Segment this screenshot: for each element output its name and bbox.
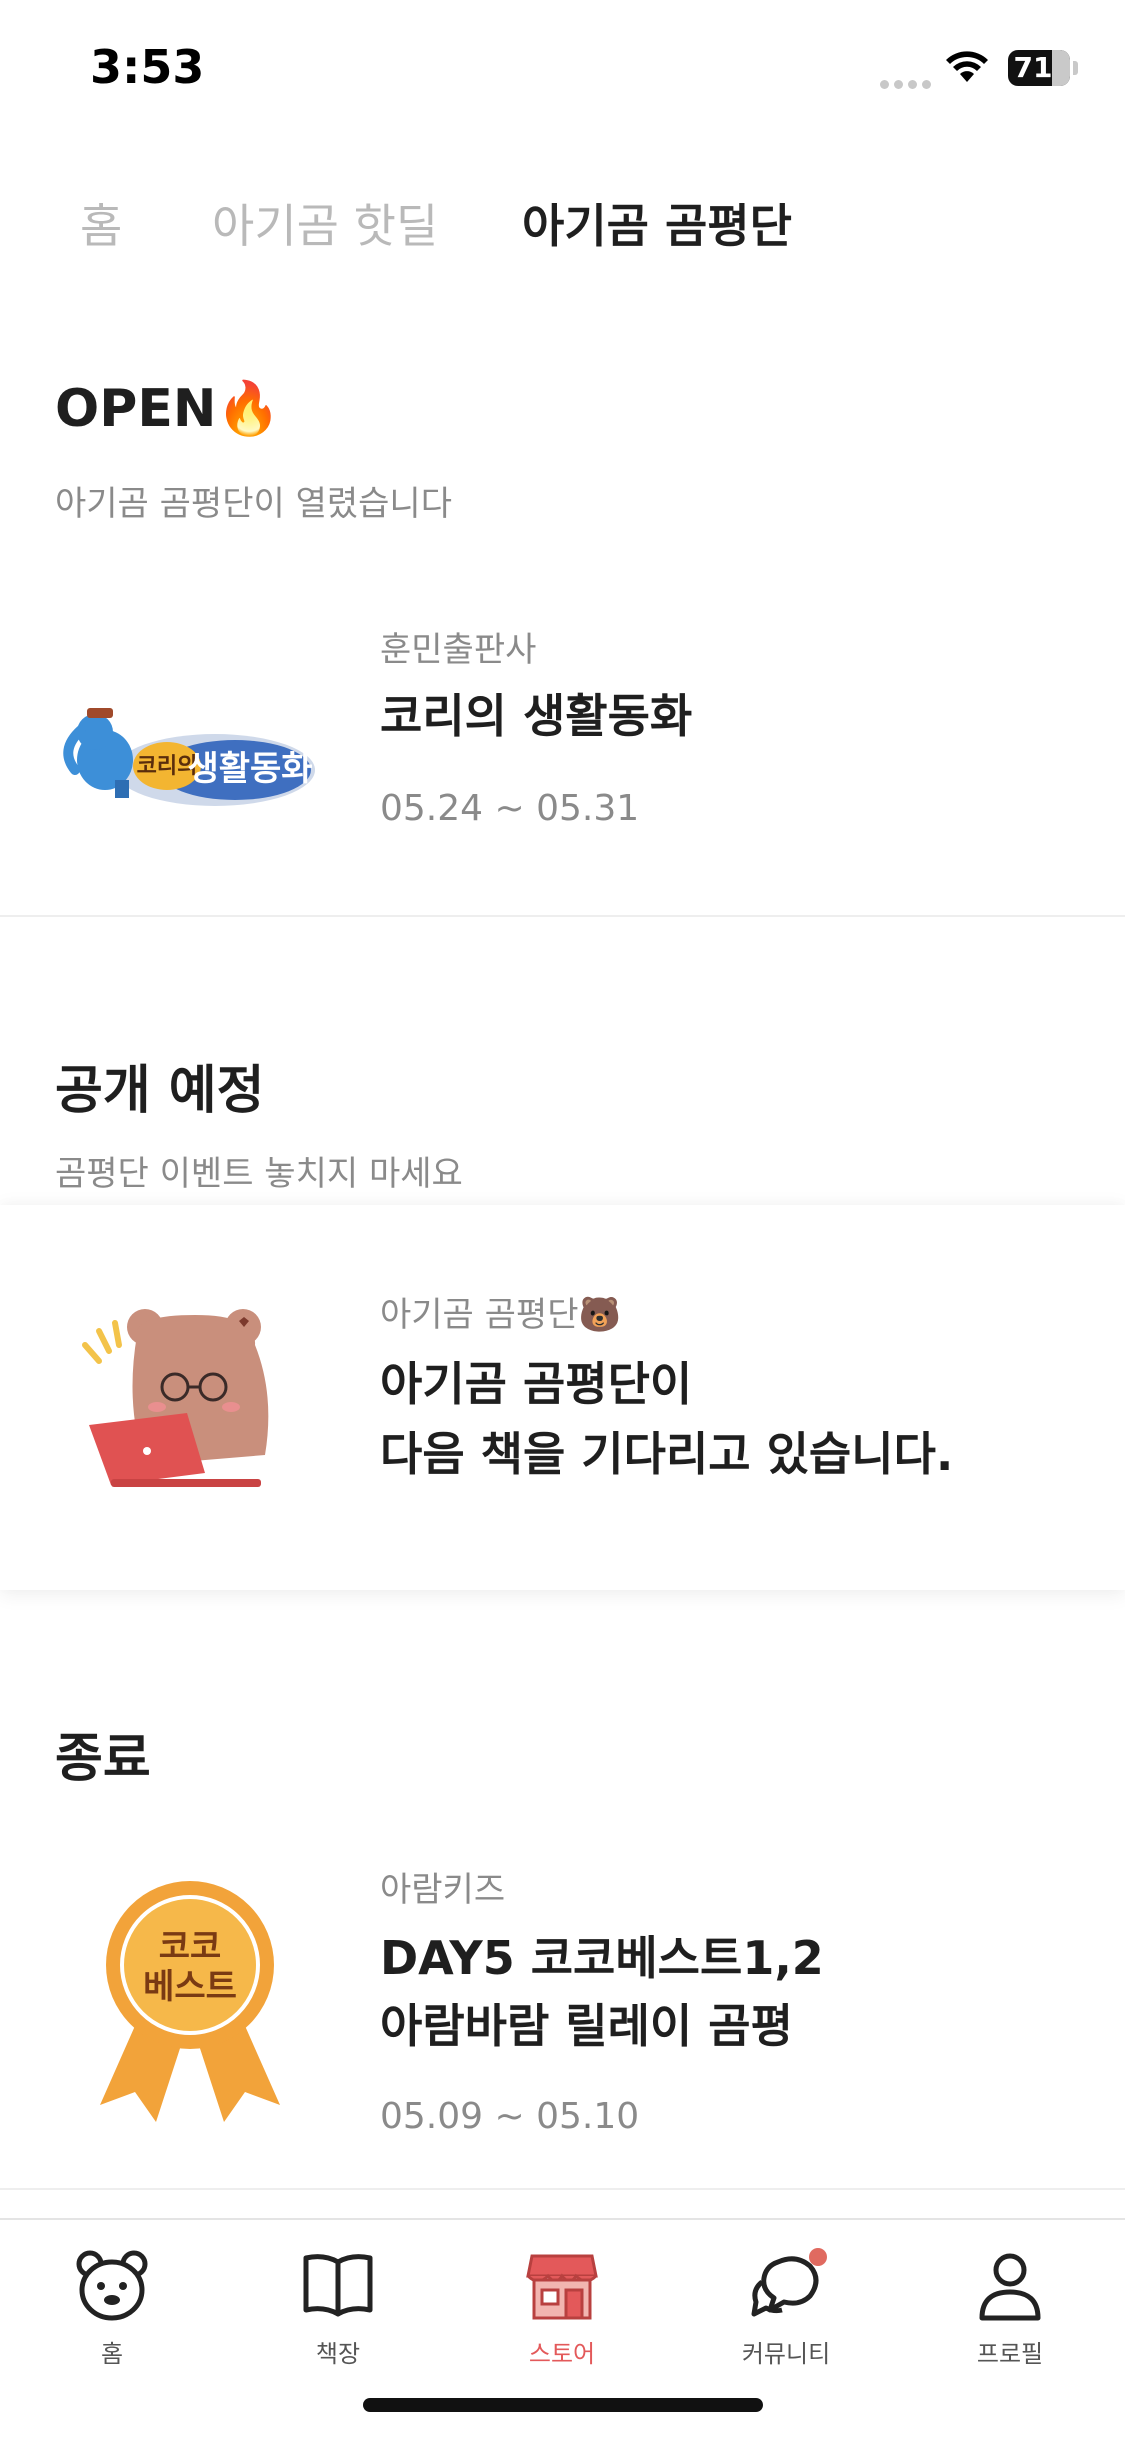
elephant-mascot-icon — [63, 708, 133, 798]
nav-store[interactable]: 스토어 — [492, 2248, 632, 2369]
upcoming-message: 아기곰 곰평단이 다음 책을 기다리고 있습니다. — [380, 1357, 954, 1481]
wifi-icon — [946, 51, 988, 82]
cellular-signal-icon — [880, 74, 936, 89]
nav-bookshelf[interactable]: 책장 — [268, 2248, 408, 2369]
status-bar: 3:53 71 — [0, 0, 1125, 140]
nav-community[interactable]: 커뮤니티 — [716, 2248, 856, 2369]
store-icon — [526, 2254, 598, 2320]
book-thumbnail: 코리의 생활동화 — [63, 708, 315, 806]
open-period: 05.24 ~ 05.31 — [380, 788, 640, 829]
ended-book-name: DAY5 코코베스트1,2 아람바람 릴레이 곰평 — [380, 1931, 824, 2053]
tab-review-group[interactable]: 아기곰 곰평단 — [522, 190, 792, 256]
nav-label: 홈 — [100, 2340, 124, 2368]
nav-label: 프로필 — [976, 2340, 1044, 2368]
open-publisher: 훈민출판사 — [380, 630, 537, 670]
battery-level: 71 — [1013, 51, 1053, 84]
ended-section-title: 종료 — [55, 1729, 151, 1789]
tab-home[interactable]: 홈 — [80, 190, 122, 256]
tab-hotdeal[interactable]: 아기곰 핫딜 — [212, 190, 438, 256]
nav-label: 스토어 — [528, 2340, 596, 2368]
open-section-title: OPEN🔥 — [55, 379, 282, 439]
badge-ribbon-image: 코코 베스트 — [100, 1881, 280, 2122]
thumb-text-2: 생활동화 — [187, 749, 312, 789]
nav-label: 책장 — [315, 2340, 361, 2368]
notification-badge — [809, 2248, 827, 2266]
ended-publisher: 아람키즈 — [380, 1870, 506, 1910]
nav-home[interactable]: 홈 — [42, 2248, 182, 2369]
nav-label: 커뮤니티 — [741, 2340, 831, 2368]
battery-icon: 71 — [1008, 50, 1070, 86]
section-divider — [0, 2188, 1125, 2190]
badge-text-2: 베스트 — [143, 1967, 237, 2007]
nav-profile[interactable]: 프로필 — [940, 2248, 1080, 2369]
top-tabs: 홈 아기곰 핫딜 아기곰 곰평단 — [0, 190, 1125, 270]
ended-event-card[interactable]: 코코 베스트 아람키즈 DAY5 코코베스트1,2 아람바람 릴레이 곰평 05… — [0, 1840, 1125, 2180]
open-book-name: 코리의 생활동화 — [380, 689, 693, 743]
section-divider — [0, 915, 1125, 917]
badge-text-1: 코코 — [159, 1927, 222, 1967]
status-time: 3:53 — [90, 40, 205, 94]
upcoming-publisher: 아기곰 곰평단🐻 — [380, 1295, 621, 1335]
upcoming-section-subtitle: 곰평단 이벤트 놓치지 마세요 — [55, 1154, 463, 1194]
open-book-icon — [303, 2254, 373, 2317]
bear-face-icon — [76, 2250, 148, 2321]
battery-tip — [1073, 61, 1078, 75]
upcoming-card: 아기곰 곰평단🐻 아기곰 곰평단이 다음 책을 기다리고 있습니다. — [0, 1205, 1125, 1590]
home-indicator — [363, 2398, 763, 2412]
person-icon — [979, 2253, 1041, 2321]
open-section-subtitle: 아기곰 곰평단이 열렸습니다 — [55, 484, 452, 524]
open-event-card[interactable]: 코리의 생활동화 훈민출판사 코리의 생활동화 05.24 ~ 05.31 — [0, 600, 1125, 900]
bear-with-laptop-image — [82, 1309, 269, 1487]
ended-period: 05.09 ~ 05.10 — [380, 2096, 640, 2137]
upcoming-section-title: 공개 예정 — [55, 1061, 265, 1121]
